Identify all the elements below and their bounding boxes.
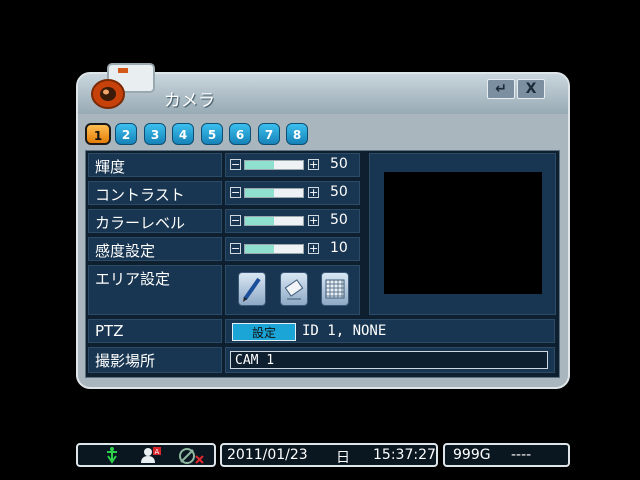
tab-channel-1[interactable]: 1 bbox=[85, 123, 111, 145]
contrast-fill bbox=[245, 189, 274, 197]
settings-panel: 輝度 − + 50 コントラスト − + 50 カラーレベル − + 50 感度… bbox=[85, 150, 560, 378]
disk-indicator: ---- bbox=[511, 447, 532, 463]
brightness-track[interactable] bbox=[244, 160, 304, 170]
sensitivity-fill bbox=[245, 245, 274, 253]
disk-capacity: 999G bbox=[453, 447, 491, 463]
sensitivity-label: 感度設定 bbox=[88, 237, 222, 261]
sensitivity-decrease-button[interactable]: − bbox=[230, 243, 241, 254]
brightness-value: 50 bbox=[330, 156, 348, 172]
brightness-fill bbox=[245, 161, 274, 169]
location-control: CAM 1 bbox=[225, 347, 555, 373]
eraser-icon bbox=[284, 279, 304, 300]
color-level-fill bbox=[245, 217, 274, 225]
area-draw-button[interactable] bbox=[238, 272, 266, 306]
grid-icon bbox=[325, 279, 345, 299]
pencil-icon bbox=[243, 277, 261, 302]
tab-channel-4[interactable]: 4 bbox=[172, 123, 194, 145]
color-level-value: 50 bbox=[330, 212, 348, 228]
tab-channel-2[interactable]: 2 bbox=[115, 123, 137, 145]
color-level-slider[interactable]: − + 50 bbox=[225, 209, 360, 233]
sensitivity-value: 10 bbox=[330, 240, 348, 256]
schedule-off-icon bbox=[179, 448, 204, 464]
close-button[interactable]: X bbox=[517, 79, 545, 99]
camera-preview bbox=[384, 172, 542, 294]
color-level-decrease-button[interactable]: − bbox=[230, 215, 241, 226]
ptz-settings-button[interactable]: 設定 bbox=[232, 323, 296, 341]
tab-channel-6[interactable]: 6 bbox=[229, 123, 251, 145]
preview-frame bbox=[369, 153, 556, 315]
color-level-increase-button[interactable]: + bbox=[308, 215, 319, 226]
status-icons: A bbox=[76, 443, 216, 467]
area-erase-button[interactable] bbox=[280, 272, 308, 306]
camera-dialog: カメラ ↵ X 1 2 3 4 5 6 7 8 輝度 − + 50 コントラスト bbox=[76, 63, 570, 389]
svg-text:A: A bbox=[155, 448, 160, 456]
location-input[interactable]: CAM 1 bbox=[230, 351, 548, 369]
color-level-track[interactable] bbox=[244, 216, 304, 226]
camera-icon bbox=[91, 63, 155, 109]
ptz-label: PTZ bbox=[88, 319, 222, 343]
enter-icon: ↵ bbox=[495, 81, 507, 97]
user-admin-icon: A bbox=[141, 447, 161, 463]
contrast-slider[interactable]: − + 50 bbox=[225, 181, 360, 205]
tab-channel-5[interactable]: 5 bbox=[201, 123, 223, 145]
area-label: エリア設定 bbox=[88, 265, 222, 315]
contrast-track[interactable] bbox=[244, 188, 304, 198]
disk-status: 999G ---- bbox=[443, 443, 570, 467]
contrast-increase-button[interactable]: + bbox=[308, 187, 319, 198]
network-icon bbox=[107, 447, 117, 464]
color-level-label: カラーレベル bbox=[88, 209, 222, 233]
ptz-controls: 設定 ID 1, NONE bbox=[225, 319, 555, 343]
contrast-decrease-button[interactable]: − bbox=[230, 187, 241, 198]
tab-channel-8[interactable]: 8 bbox=[286, 123, 308, 145]
status-date: 2011/01/23 bbox=[227, 447, 308, 463]
contrast-label: コントラスト bbox=[88, 181, 222, 205]
tab-channel-7[interactable]: 7 bbox=[258, 123, 280, 145]
area-controls bbox=[225, 265, 360, 315]
brightness-decrease-button[interactable]: − bbox=[230, 159, 241, 170]
sensitivity-increase-button[interactable]: + bbox=[308, 243, 319, 254]
brightness-slider[interactable]: − + 50 bbox=[225, 153, 360, 177]
ptz-row: PTZ 設定 ID 1, NONE bbox=[86, 317, 559, 345]
location-row: 撮影場所 CAM 1 bbox=[86, 345, 559, 375]
location-label: 撮影場所 bbox=[88, 347, 222, 373]
dialog-title: カメラ bbox=[164, 91, 215, 111]
area-grid-button[interactable] bbox=[321, 272, 349, 306]
datetime-display: 2011/01/23 日 15:37:27 bbox=[220, 443, 438, 467]
brightness-label: 輝度 bbox=[88, 153, 222, 177]
tab-channel-3[interactable]: 3 bbox=[144, 123, 166, 145]
status-time: 15:37:27 bbox=[373, 447, 436, 463]
brightness-increase-button[interactable]: + bbox=[308, 159, 319, 170]
contrast-value: 50 bbox=[330, 184, 348, 200]
ptz-status: ID 1, NONE bbox=[302, 323, 387, 339]
status-weekday: 日 bbox=[336, 450, 350, 466]
title-bar: カメラ ↵ X bbox=[78, 63, 568, 114]
sensitivity-track[interactable] bbox=[244, 244, 304, 254]
sensitivity-slider[interactable]: − + 10 bbox=[225, 237, 360, 261]
enter-button[interactable]: ↵ bbox=[487, 79, 515, 99]
